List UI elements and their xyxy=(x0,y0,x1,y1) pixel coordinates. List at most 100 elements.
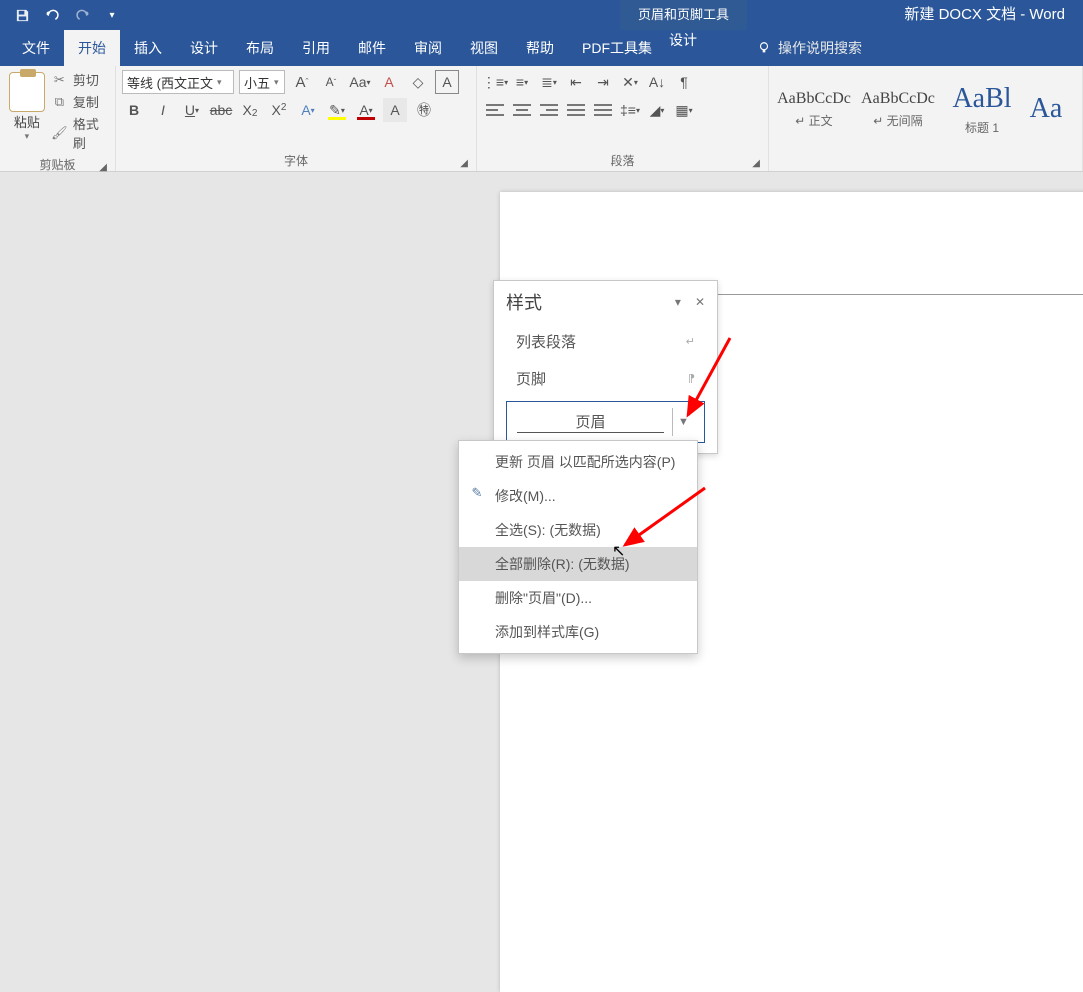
format-painter-button[interactable]: 🖌格式刷 xyxy=(52,114,109,152)
tab-view[interactable]: 视图 xyxy=(456,30,512,66)
style-preview: AaBbCcDc xyxy=(861,90,935,108)
cut-button[interactable]: ✂剪切 xyxy=(52,70,109,89)
superscript-button[interactable]: X2 xyxy=(267,98,291,122)
align-left-button[interactable] xyxy=(483,98,507,122)
style-normal[interactable]: AaBbCcDc ↵ 正文 xyxy=(775,76,853,142)
underline-button[interactable]: U▾ xyxy=(180,98,204,122)
tab-design[interactable]: 设计 xyxy=(176,30,232,66)
format-painter-label: 格式刷 xyxy=(73,114,109,152)
character-shading-button[interactable]: A xyxy=(383,98,407,122)
menu-select-all[interactable]: 全选(S): (无数据) xyxy=(459,513,697,547)
bold-button[interactable]: B xyxy=(122,98,146,122)
menu-delete-style[interactable]: 删除"页眉"(D)... xyxy=(459,581,697,615)
tab-file[interactable]: 文件 xyxy=(8,30,64,66)
tab-references[interactable]: 引用 xyxy=(288,30,344,66)
menu-remove-all[interactable]: 全部删除(R): (无数据) xyxy=(459,547,697,581)
asian-layout-button[interactable]: ✕▾ xyxy=(618,70,642,94)
sort-button[interactable]: A↓ xyxy=(645,70,669,94)
bullets-button[interactable]: ⋮≡▾ xyxy=(483,70,507,94)
style-item-list-paragraph[interactable]: 列表段落 ↵ xyxy=(494,323,717,360)
menu-add-to-gallery[interactable]: 添加到样式库(G) xyxy=(459,615,697,649)
tab-layout[interactable]: 布局 xyxy=(232,30,288,66)
line-spacing-button[interactable]: ‡≡▾ xyxy=(618,98,642,122)
text-effects-button[interactable]: A▾ xyxy=(296,98,320,122)
style-no-spacing[interactable]: AaBbCcDc ↵ 无间隔 xyxy=(859,76,937,142)
align-center-button[interactable] xyxy=(510,98,534,122)
style-label: ↵ 无间隔 xyxy=(873,112,922,129)
document-title: 新建 DOCX 文档 - Word xyxy=(904,0,1065,30)
paragraph-mark-icon: ↵ xyxy=(686,335,695,348)
show-marks-button[interactable]: ¶ xyxy=(672,70,696,94)
tab-help[interactable]: 帮助 xyxy=(512,30,568,66)
font-size-combo[interactable]: 小五▾ xyxy=(239,70,285,94)
tab-review[interactable]: 审阅 xyxy=(400,30,456,66)
character-border-button[interactable]: A xyxy=(435,70,459,94)
redo-button[interactable] xyxy=(70,3,94,27)
pane-close-button[interactable]: ✕ xyxy=(695,295,705,309)
change-case-button[interactable]: Aa▾ xyxy=(348,70,372,94)
save-button[interactable] xyxy=(10,3,34,27)
tab-home[interactable]: 开始 xyxy=(64,30,120,66)
borders-button[interactable]: ▦▾ xyxy=(672,98,696,122)
style-item-label: 列表段落 xyxy=(516,331,576,352)
clear-formatting-button[interactable]: ◇ xyxy=(406,70,430,94)
tab-pdf[interactable]: PDF工具集 xyxy=(568,30,666,66)
styles-pane-title: 样式 xyxy=(506,289,542,315)
menu-modify[interactable]: ✎ 修改(M)... xyxy=(459,479,697,513)
tab-header-design[interactable]: 设计 xyxy=(655,30,711,50)
enclose-characters-button[interactable]: ㊕ xyxy=(412,98,436,122)
highlighter-icon: ✎ xyxy=(329,102,341,119)
group-label-font: 字体◢ xyxy=(122,148,470,171)
pane-options-button[interactable]: ▾ xyxy=(675,295,681,309)
align-justify-button[interactable] xyxy=(564,98,588,122)
style-heading1[interactable]: AaBl 标题 1 xyxy=(943,76,1021,142)
style-item-footer[interactable]: 页脚 ⁋ xyxy=(494,360,717,397)
lightbulb-icon xyxy=(756,40,772,56)
group-clipboard: 粘贴 ▾ ✂剪切 ⧉复制 🖌格式刷 剪贴板◢ xyxy=(0,66,116,171)
highlight-button[interactable]: ✎▾ xyxy=(325,98,349,122)
font-name-combo[interactable]: 等线 (西文正文▾ xyxy=(122,70,234,94)
group-label-paragraph: 段落◢ xyxy=(483,148,762,171)
align-right-button[interactable] xyxy=(537,98,561,122)
font-color-button[interactable]: A▾ xyxy=(354,98,378,122)
menu-label: 修改(M)... xyxy=(495,488,556,504)
decrease-indent-button[interactable]: ⇤ xyxy=(564,70,588,94)
multilevel-list-button[interactable]: ≣▾ xyxy=(537,70,561,94)
menu-update-to-match[interactable]: 更新 页眉 以匹配所选内容(P) xyxy=(459,445,697,479)
contextual-tab-label: 页眉和页脚工具 xyxy=(620,0,747,30)
shading-button[interactable]: ◢▾ xyxy=(645,98,669,122)
style-heading2[interactable]: Aa xyxy=(1027,76,1065,142)
paste-button[interactable]: 粘贴 ▾ xyxy=(6,70,48,152)
tab-mailings[interactable]: 邮件 xyxy=(344,30,400,66)
phonetic-guide-button[interactable]: A xyxy=(377,70,401,94)
increase-indent-button[interactable]: ⇥ xyxy=(591,70,615,94)
group-font: 等线 (西文正文▾ 小五▾ Aˆ Aˇ Aa▾ A ◇ A B I U▾ abc… xyxy=(116,66,477,171)
shrink-font-button[interactable]: Aˇ xyxy=(319,70,343,94)
subscript-button[interactable]: X2 xyxy=(238,98,262,122)
group-paragraph: ⋮≡▾ ≡▾ ≣▾ ⇤ ⇥ ✕▾ A↓ ¶ ‡≡▾ ◢▾ ▦▾ 段落◢ xyxy=(477,66,769,171)
style-preview: AaBl xyxy=(952,83,1011,115)
undo-icon xyxy=(45,8,60,23)
align-right-icon xyxy=(540,103,558,117)
strikethrough-button[interactable]: abc xyxy=(209,98,233,122)
copy-label: 复制 xyxy=(73,92,99,111)
dialog-launcher-icon[interactable]: ◢ xyxy=(752,158,760,169)
clipboard-icon xyxy=(9,72,45,112)
qat-customize[interactable]: ▾ xyxy=(100,3,124,27)
style-dropdown-button[interactable]: ▼ xyxy=(672,408,694,436)
tab-insert[interactable]: 插入 xyxy=(120,30,176,66)
tell-me-search[interactable]: 操作说明搜索 xyxy=(756,30,862,66)
align-distributed-icon xyxy=(594,103,612,117)
distributed-button[interactable] xyxy=(591,98,615,122)
ribbon-tabs: 文件 开始 插入 设计 布局 引用 邮件 审阅 视图 帮助 PDF工具集 设计 … xyxy=(0,30,1083,66)
redo-icon xyxy=(75,8,90,23)
linked-style-icon: ⁋ xyxy=(688,372,695,385)
grow-font-button[interactable]: Aˆ xyxy=(290,70,314,94)
copy-icon: ⧉ xyxy=(52,94,67,109)
style-item-header-selected[interactable]: 页眉 ▼ xyxy=(506,401,705,443)
dialog-launcher-icon[interactable]: ◢ xyxy=(460,158,468,169)
copy-button[interactable]: ⧉ 复制 xyxy=(52,92,109,111)
numbering-button[interactable]: ≡▾ xyxy=(510,70,534,94)
italic-button[interactable]: I xyxy=(151,98,175,122)
undo-button[interactable] xyxy=(40,3,64,27)
